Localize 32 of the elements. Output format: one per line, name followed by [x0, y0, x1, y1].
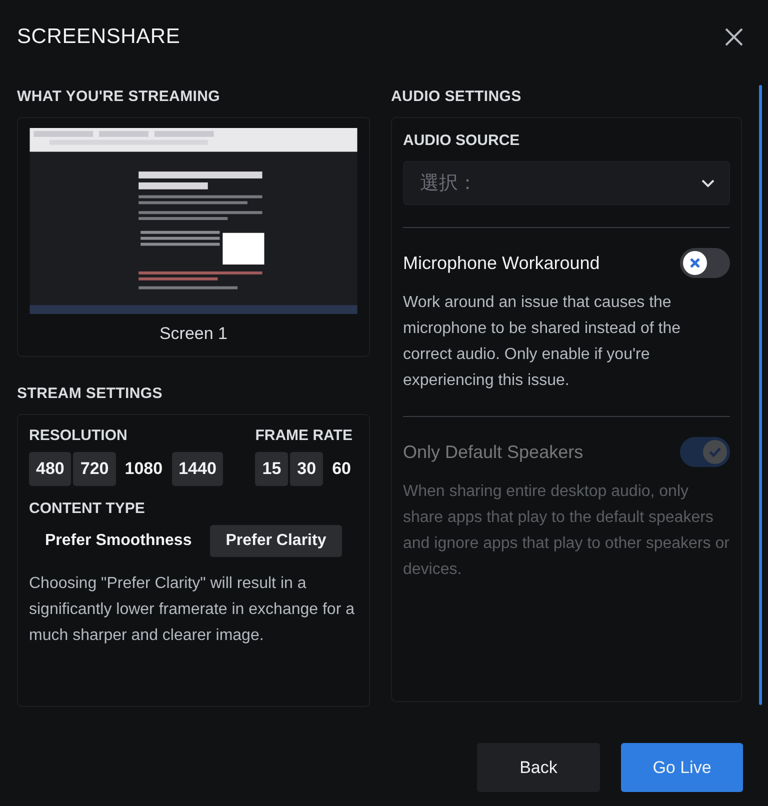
segment-option[interactable]: 60 [325, 452, 358, 486]
content-type-option[interactable]: Prefer Clarity [210, 525, 342, 557]
segment-option[interactable]: 1080 [118, 452, 170, 486]
content-type-option[interactable]: Prefer Smoothness [29, 525, 208, 557]
dialog-title: SCREENSHARE [17, 25, 180, 49]
section-heading: AUDIO SETTINGS [391, 88, 522, 105]
toggle-title: Microphone Workaround [403, 252, 600, 274]
screen-source-card[interactable]: Screen 1 [17, 117, 370, 357]
toggle-description: When sharing entire desktop audio, only share apps that play to the default speakers and ignore apps that play to other speakers or devices. [403, 482, 730, 580]
section-heading: WHAT YOU'RE STREAMING [17, 88, 222, 105]
field-label: CONTENT TYPE [29, 500, 146, 517]
segment-option[interactable]: 480 [29, 452, 72, 486]
screen-label: Screen 1 [159, 324, 228, 344]
field-label: FRAME RATE [255, 427, 354, 444]
scrollbar[interactable] [759, 85, 762, 705]
toggle-title: Only Default Speakers [403, 442, 584, 462]
field-label: RESOLUTION [29, 427, 128, 444]
go-live-button[interactable]: Go Live [621, 743, 743, 792]
content-type-note: Choosing "Prefer Clarity" will result in a significantly lower framerate in exchange for a much sharper and clearer image. [29, 574, 356, 646]
segment-option[interactable]: 720 [73, 452, 116, 486]
x-icon [689, 257, 701, 269]
check-icon [708, 445, 722, 459]
segment-option[interactable]: 1440 [172, 452, 224, 486]
back-button[interactable]: Back [477, 743, 600, 792]
chevron-down-icon [701, 178, 715, 188]
section-heading: STREAM SETTINGS [17, 385, 164, 402]
toggle-switch[interactable] [680, 248, 730, 278]
close-icon[interactable] [724, 27, 744, 47]
segment-option[interactable]: 30 [290, 452, 324, 486]
toggle-description: Work around an issue that causes the microphone to be shared instead of the correct audio. Only enable if you're experiencing this issue. [403, 293, 682, 391]
field-label: AUDIO SOURCE [403, 132, 521, 149]
segment-option[interactable]: 15 [255, 452, 288, 486]
